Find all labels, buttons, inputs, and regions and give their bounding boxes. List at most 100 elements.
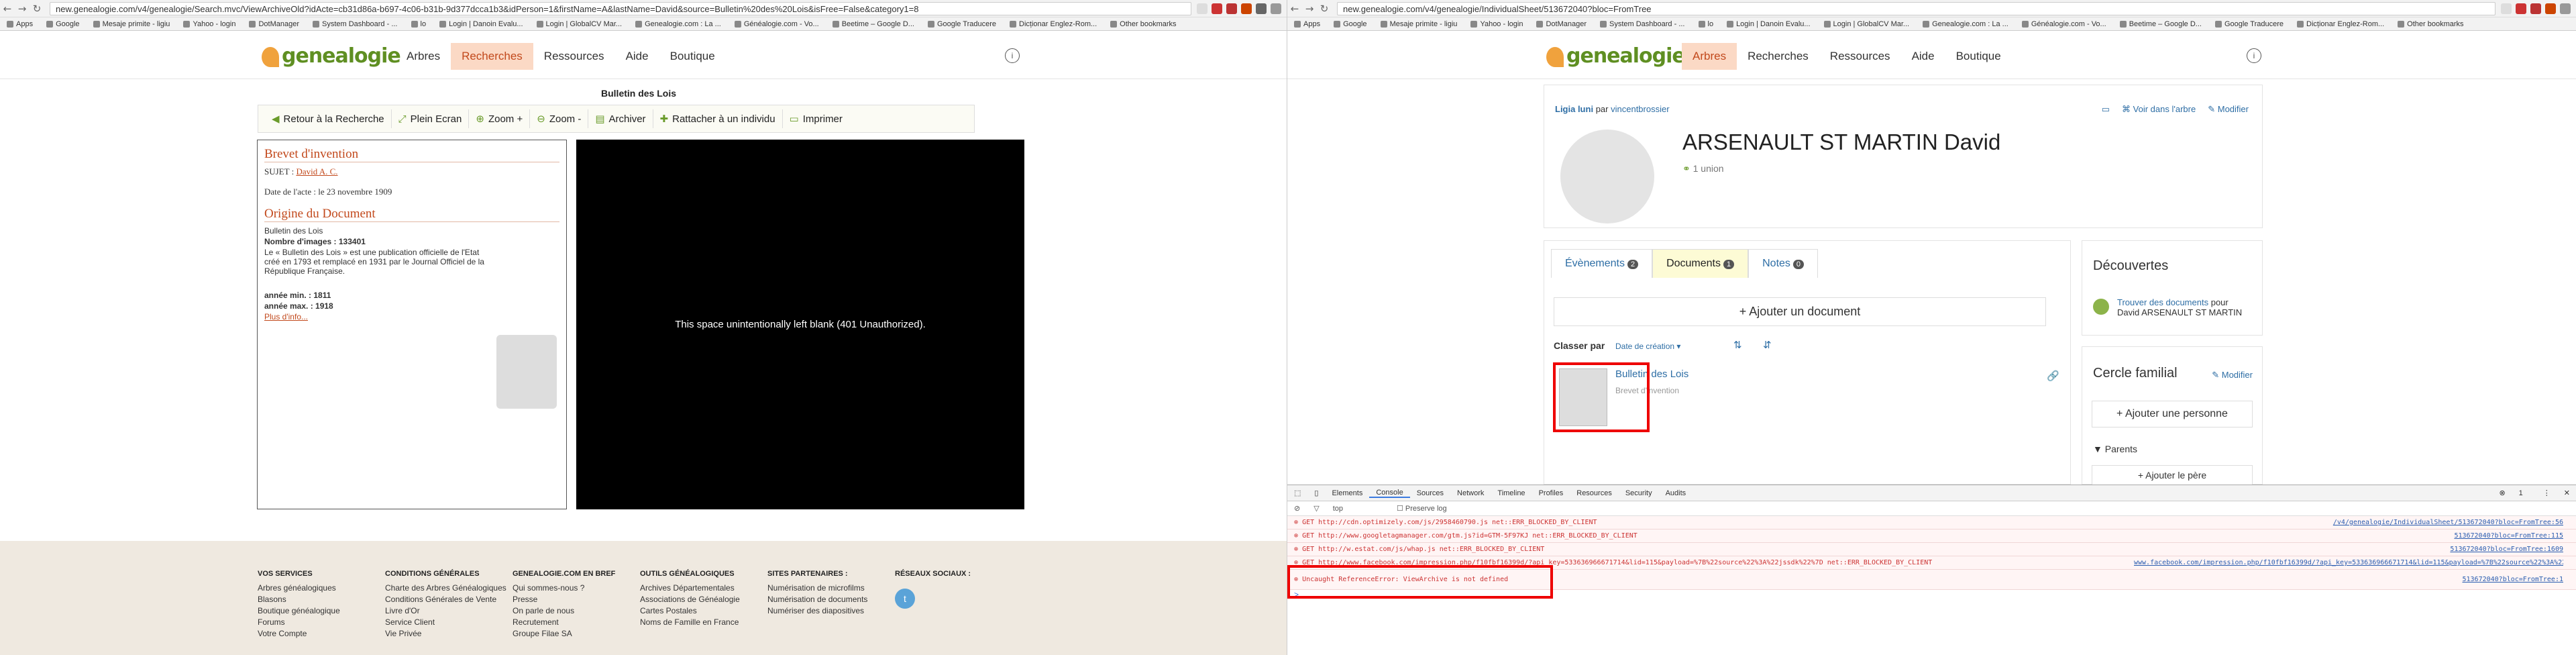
inspect-icon[interactable]: ⬚	[1287, 489, 1307, 497]
archive-button[interactable]: ▤ Archiver	[588, 109, 653, 128]
footer-link[interactable]: Vie Privée	[385, 629, 506, 638]
bookmark[interactable]: Beetime – Google D...	[826, 20, 921, 28]
footer-link[interactable]: Conditions Générales de Vente	[385, 595, 506, 604]
console-source-link[interactable]: /v4/genealogie/IndividualSheet/513672040…	[2333, 519, 2563, 526]
device-icon[interactable]: ▯	[1307, 489, 1325, 497]
forward-icon[interactable]: →	[1302, 3, 1317, 15]
bookmark[interactable]: Yahoo - login	[1464, 20, 1529, 28]
nav-aide[interactable]: Aide	[615, 43, 659, 70]
bookmark[interactable]: Genealogie.com : La ...	[1916, 20, 2015, 28]
owner-link[interactable]: vincentbrossier	[1611, 104, 1669, 114]
bookmark[interactable]: Généalogie.com - Vo...	[2015, 20, 2113, 28]
extension-icon[interactable]	[2516, 3, 2526, 14]
info-icon[interactable]: i	[2247, 48, 2261, 63]
genealogie-logo[interactable]: genealogie	[1546, 44, 1686, 68]
footer-link[interactable]: Recrutement	[513, 617, 615, 627]
bookmark[interactable]: Dicționar Englez-Rom...	[1003, 20, 1104, 28]
bookmark[interactable]: Login | Danoin Evalu...	[433, 20, 529, 28]
footer-link[interactable]: Numériser des diapositives	[767, 606, 867, 615]
edit-person-link[interactable]: ✎ Modifier	[2208, 104, 2249, 115]
more-info-link[interactable]: Plus d'info...	[264, 312, 559, 321]
bookmark[interactable]: Google Traducere	[2208, 20, 2290, 28]
preserve-log-checkbox[interactable]: ☐ Preserve log	[1397, 504, 1447, 513]
footer-link[interactable]: Blasons	[258, 595, 340, 604]
dt-tab-audits[interactable]: Audits	[1659, 489, 1693, 497]
tab-evenements[interactable]: Évènements 2	[1551, 249, 1653, 278]
fullscreen-button[interactable]: ⤢ Plein Ecran	[392, 109, 470, 128]
sort-asc-icon[interactable]: ⇅	[1733, 339, 1742, 351]
console-source-link[interactable]: www.facebook.com/impression.php/f10fbf16…	[2134, 559, 2563, 566]
zoom-out-button[interactable]: ⊖ Zoom -	[530, 109, 589, 128]
nav-aide[interactable]: Aide	[1901, 43, 1945, 70]
nav-ressources[interactable]: Ressources	[1819, 43, 1901, 70]
footer-link[interactable]: Livre d'Or	[385, 606, 506, 615]
star-icon[interactable]	[2501, 3, 2512, 14]
twitter-icon[interactable]: t	[895, 589, 915, 609]
extension-icon[interactable]	[2530, 3, 2541, 14]
nav-boutique[interactable]: Boutique	[1945, 43, 2012, 70]
footer-link[interactable]: Noms de Famille en France	[640, 617, 740, 627]
footer-link[interactable]: Votre Compte	[258, 629, 340, 638]
footer-link[interactable]: Cartes Postales	[640, 606, 740, 615]
bookmark[interactable]: Genealogie.com : La ...	[629, 20, 728, 28]
footer-link[interactable]: Groupe Filae SA	[513, 629, 615, 638]
bookmark[interactable]: Google	[40, 20, 86, 28]
other-bookmarks[interactable]: Other bookmarks	[2391, 20, 2470, 28]
dt-tab-timeline[interactable]: Timeline	[1491, 489, 1532, 497]
dt-tab-elements[interactable]: Elements	[1325, 489, 1369, 497]
dt-tab-resources[interactable]: Resources	[1570, 489, 1619, 497]
footer-link[interactable]: Archives Départementales	[640, 583, 740, 593]
print-button[interactable]: ▭ Imprimer	[783, 109, 849, 128]
bookmark[interactable]: System Dashboard - ...	[1593, 20, 1692, 28]
tab-documents[interactable]: Documents 1	[1652, 249, 1749, 278]
back-icon[interactable]: ←	[1287, 3, 1302, 15]
zoom-in-button[interactable]: ⊕ Zoom +	[469, 109, 531, 128]
link-icon[interactable]: 🔗	[2047, 370, 2059, 382]
dt-tab-network[interactable]: Network	[1450, 489, 1491, 497]
reload-icon[interactable]: ↻	[1317, 3, 1332, 15]
nav-ressources[interactable]: Ressources	[533, 43, 615, 70]
genealogie-logo[interactable]: genealogie	[262, 44, 401, 68]
footer-link[interactable]: Forums	[258, 617, 340, 627]
nav-boutique[interactable]: Boutique	[659, 43, 726, 70]
nav-arbres[interactable]: Arbres	[396, 43, 451, 70]
back-to-search-button[interactable]: ◀ Retour à la Recherche	[265, 109, 392, 128]
url-field[interactable]: new.genealogie.com/v4/genealogie/Individ…	[1337, 1, 2496, 15]
document-image-viewer[interactable]: This space unintentionally left blank (4…	[576, 140, 1024, 509]
sort-dropdown[interactable]: Date de création ▾	[1615, 342, 1680, 351]
attach-individual-button[interactable]: ✚ Rattacher à un individu	[653, 109, 783, 128]
footer-link[interactable]: Service Client	[385, 617, 506, 627]
bookmark[interactable]: Mesaje primite - ligiu	[1374, 20, 1464, 28]
edit-family-link[interactable]: ✎ Modifier	[2212, 370, 2253, 381]
bookmark[interactable]: Google Traducere	[921, 20, 1003, 28]
footer-link[interactable]: Arbres généalogiques	[258, 583, 340, 593]
bookmark[interactable]: lo	[405, 20, 433, 28]
console-source-link[interactable]: 513672040?bloc=FromTree:115	[2454, 532, 2563, 540]
bookmark[interactable]: Login | GlobalCV Mar...	[1817, 20, 1917, 28]
extension-icon[interactable]	[1241, 3, 1252, 14]
menu-icon[interactable]	[1271, 3, 1281, 14]
bookmark[interactable]: Dicționar Englez-Rom...	[2290, 20, 2391, 28]
bookmark[interactable]: lo	[1692, 20, 1721, 28]
bookmark[interactable]: DotManager	[242, 20, 306, 28]
bookmark[interactable]: Apps	[1287, 20, 1327, 28]
back-icon[interactable]: ←	[0, 3, 15, 15]
dt-tab-security[interactable]: Security	[1619, 489, 1659, 497]
footer-link[interactable]: Numérisation de microfilms	[767, 583, 867, 593]
info-icon[interactable]: i	[1005, 48, 1020, 63]
footer-link[interactable]: On parle de nous	[513, 606, 615, 615]
extension-icon[interactable]	[1256, 3, 1267, 14]
find-documents-link[interactable]: Trouver des documents	[2117, 297, 2208, 307]
owner-user[interactable]: Ligia luni	[1555, 104, 1593, 114]
other-bookmarks[interactable]: Other bookmarks	[1104, 20, 1183, 28]
dt-tab-sources[interactable]: Sources	[1410, 489, 1450, 497]
add-father-button[interactable]: + Ajouter le père	[2092, 465, 2253, 485]
add-document-button[interactable]: + Ajouter un document	[1554, 297, 2046, 326]
footer-link[interactable]: Presse	[513, 595, 615, 604]
bookmark[interactable]: Apps	[0, 20, 40, 28]
bookmark[interactable]: Login | Danoin Evalu...	[1720, 20, 1817, 28]
reload-icon[interactable]: ↻	[30, 3, 44, 15]
nav-recherches[interactable]: Recherches	[1737, 43, 1819, 70]
nav-arbres[interactable]: Arbres	[1682, 43, 1737, 70]
bookmark[interactable]: DotManager	[1529, 20, 1593, 28]
